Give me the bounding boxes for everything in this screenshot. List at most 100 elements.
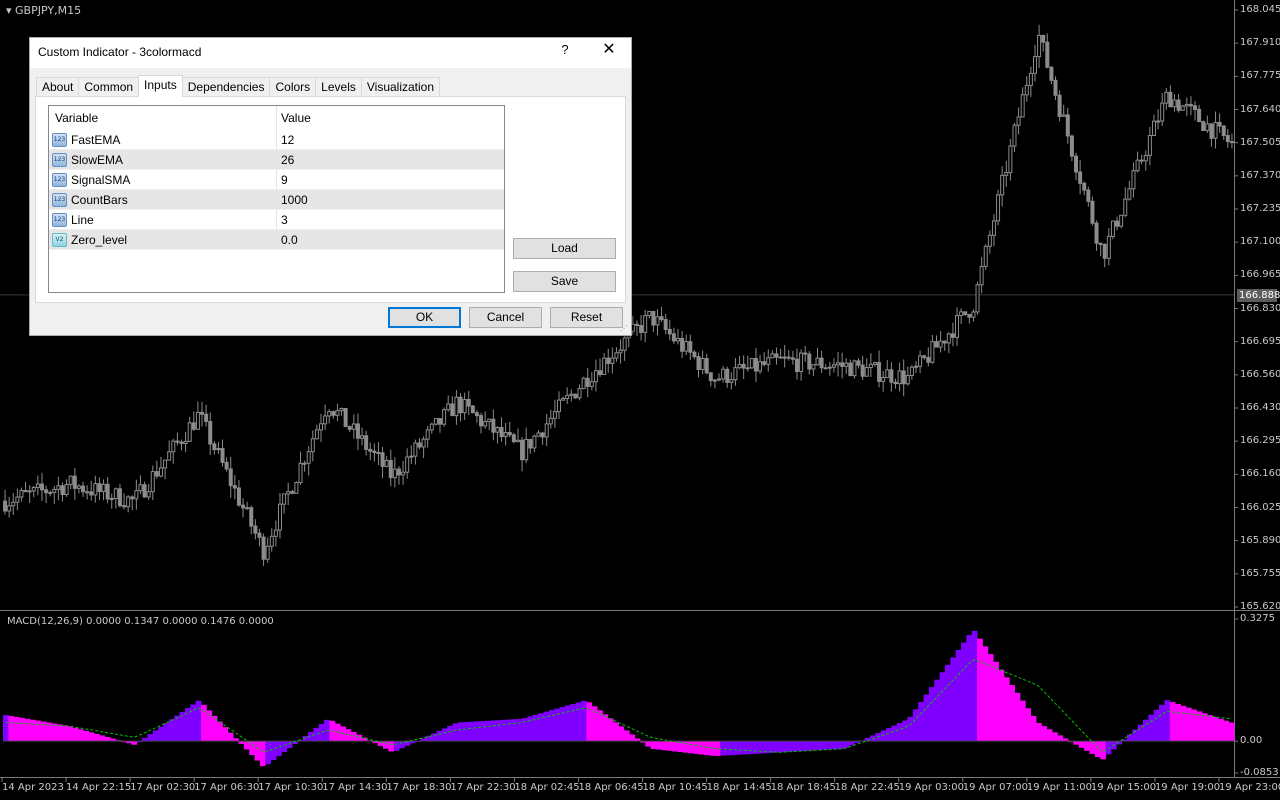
candle-body [602,357,607,375]
candle-body [778,356,783,359]
candle-body [138,484,143,492]
macd-bar [912,709,919,742]
input-row[interactable]: V2 Zero_level 0.0 [49,230,504,250]
reset-button[interactable]: Reset [550,307,623,328]
candle-body [126,496,131,508]
input-row[interactable]: 123 CountBars 1000 [49,190,504,210]
close-icon[interactable]: ✕ [600,41,618,59]
input-value[interactable]: 3 [281,213,288,227]
candle-body [721,368,726,380]
candle-body [1069,135,1074,157]
inputs-grid[interactable]: Variable Value 123 FastEMA 12 123 SlowEM… [48,105,505,293]
candle-body [1123,198,1128,216]
time-tick-label: 17 Apr 18:30 [386,782,452,793]
input-value[interactable]: 9 [281,173,288,187]
candle-body [696,356,701,371]
candle-body [934,341,939,348]
integer-type-icon: 123 [52,153,67,167]
macd-bar [83,730,90,742]
candle-body [273,529,278,537]
tab-inputs[interactable]: Inputs [138,75,183,97]
candle-body [848,362,853,377]
input-row[interactable]: 123 SignalSMA 9 [49,170,504,190]
input-row[interactable]: 123 FastEMA 12 [49,130,504,150]
candle-body [72,475,77,489]
input-value[interactable]: 12 [281,133,294,147]
input-value[interactable]: 26 [281,153,294,167]
save-button[interactable]: Save [513,271,616,292]
candle-body [479,415,484,427]
macd-bar [827,741,833,750]
candle-body [647,310,652,317]
candle-body [48,491,53,494]
candle-body [257,532,262,538]
candle-body [105,483,110,500]
candle-body [1168,91,1173,108]
input-value[interactable]: 1000 [281,193,308,207]
macd-bar [104,737,111,742]
price-tick-label: 167.235 [1240,203,1280,214]
macd-bar [816,741,823,751]
candle-body [651,310,656,326]
time-tick-label: 17 Apr 06:30 [194,782,260,793]
price-tick-label: 166.025 [1240,501,1280,513]
candle-body [815,357,820,366]
macd-bar [286,741,293,749]
tab-visualization[interactable]: Visualization [360,77,441,97]
candle-body [425,429,430,440]
tab-colors[interactable]: Colors [269,77,317,97]
column-value[interactable]: Value [281,111,311,125]
macd-bar [29,719,36,742]
tab-about[interactable]: About [36,77,80,97]
tab-common[interactable]: Common [78,77,140,97]
chart-menu-icon[interactable]: ▾ [6,4,12,17]
candle-body [1135,159,1140,172]
candle-body [487,418,492,423]
load-button[interactable]: Load [513,238,616,259]
candle-body [11,501,16,507]
candle-body [265,545,270,560]
candle-body [154,471,159,477]
resize-grip-icon[interactable]: ⋰ [620,325,628,333]
cancel-button[interactable]: Cancel [469,307,542,328]
macd-bar [581,700,587,742]
candle-body [405,456,410,473]
candle-body [606,357,611,364]
macd-bar [1089,741,1096,754]
tab-dependencies[interactable]: Dependencies [181,77,271,97]
candle-body [782,356,787,359]
candle-body [1004,172,1009,176]
candle-body [269,535,274,547]
candle-body [996,194,1001,222]
macd-bar [254,741,261,761]
macd-bar [602,714,609,742]
candle-body [680,337,685,352]
candle-body [803,352,808,355]
column-variable[interactable]: Variable [55,111,98,125]
candle-body [1197,108,1202,123]
macd-bar [99,735,106,742]
macd-bar [1030,716,1037,742]
price-tick-label: 166.830 [1240,302,1280,314]
candle-body [499,426,504,438]
macd-bar [923,694,930,742]
macd-bar [447,725,453,742]
macd-bar [655,741,662,750]
input-row[interactable]: 123 Line 3 [49,210,504,230]
candle-body [573,393,578,399]
macd-bar [1169,702,1176,742]
candle-body [417,442,422,448]
macd-bar [468,721,475,742]
candle-body [634,323,639,326]
candle-body [409,455,414,458]
macd-bar [746,741,753,755]
candle-body [327,411,332,417]
candle-body [1217,121,1222,127]
input-value[interactable]: 0.0 [281,233,298,247]
ok-button[interactable]: OK [388,307,461,328]
candle-body [97,483,102,493]
tab-levels[interactable]: Levels [315,77,362,97]
candle-body [918,355,923,367]
input-row[interactable]: 123 SlowEMA 26 [49,150,504,170]
help-icon[interactable]: ? [558,42,572,58]
